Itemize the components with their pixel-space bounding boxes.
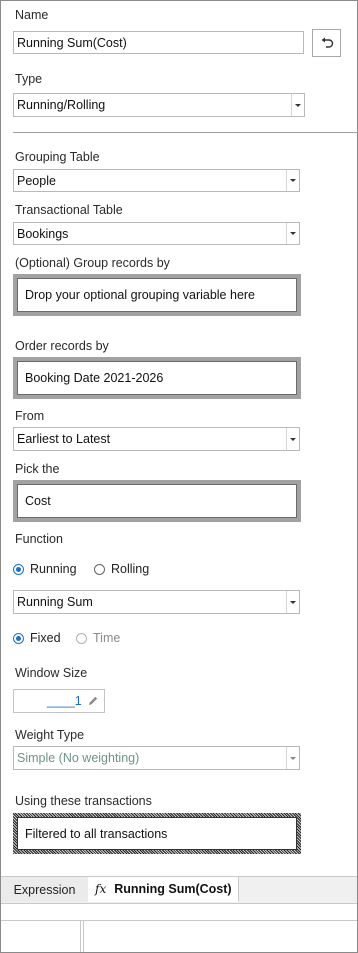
name-value: Running Sum(Cost) [17, 35, 127, 50]
radio-time-label: Time [93, 631, 121, 645]
pencil-icon[interactable] [87, 695, 99, 707]
pick-label: Pick the [15, 462, 60, 476]
status-cell [80, 921, 84, 952]
panel-frame [0, 0, 358, 953]
radio-rolling-label: Rolling [111, 562, 150, 576]
from-select[interactable]: Earliest to Latest [13, 427, 300, 451]
chevron-down-icon[interactable] [286, 428, 299, 450]
order-records-value: Booking Date 2021-2026 [17, 361, 297, 395]
divider [13, 132, 358, 133]
undo-button[interactable] [312, 29, 341, 57]
window-size-value: ____1 [47, 694, 82, 708]
pick-dropzone[interactable]: Cost [13, 480, 301, 522]
chevron-down-icon[interactable] [286, 591, 299, 613]
order-records-dropzone[interactable]: Booking Date 2021-2026 [13, 357, 301, 399]
radio-unselected-icon [94, 563, 105, 575]
from-value: Earliest to Latest [17, 432, 111, 446]
transactions-label: Using these transactions [15, 794, 152, 808]
window-size-field[interactable]: ____1 [13, 689, 105, 713]
window-size-label: Window Size [15, 666, 88, 680]
radio-fixed-label: Fixed [30, 631, 61, 645]
weight-type-label: Weight Type [15, 728, 85, 742]
radio-fixed[interactable]: Fixed [13, 631, 61, 645]
chevron-down-icon[interactable] [286, 170, 299, 191]
weight-type-select[interactable]: Simple (No weighting) [13, 746, 300, 770]
grouping-table-label: Grouping Table [15, 150, 100, 164]
chevron-down-icon[interactable] [291, 94, 304, 116]
grouping-table-select[interactable]: People [13, 169, 300, 192]
group-records-label: (Optional) Group records by [15, 256, 170, 270]
radio-selected-icon [13, 632, 24, 644]
chevron-down-icon[interactable] [286, 223, 299, 244]
status-cell [1, 921, 81, 952]
function-value: Running Sum [17, 595, 93, 609]
group-records-placeholder: Drop your optional grouping variable her… [17, 278, 297, 312]
radio-running-label: Running [30, 562, 77, 576]
weight-type-value: Simple (No weighting) [17, 751, 140, 765]
grouping-table-value: People [17, 173, 56, 188]
status-bar [1, 920, 357, 952]
transactional-table-label: Transactional Table [15, 203, 123, 217]
radio-rolling[interactable]: Rolling [94, 562, 149, 576]
bottom-tab-bar: Expression fx Running Sum(Cost) [1, 876, 357, 904]
transactions-dropzone[interactable]: Filtered to all transactions [13, 813, 301, 854]
type-label: Type [15, 72, 43, 86]
chevron-down-icon[interactable] [286, 747, 299, 769]
undo-arrow-icon [321, 37, 333, 48]
tab-expression-label: Expression [13, 882, 76, 897]
tab-running-sum[interactable]: fx Running Sum(Cost) [88, 877, 239, 902]
transactional-table-select[interactable]: Bookings [13, 222, 300, 245]
pick-value: Cost [17, 484, 297, 518]
radio-running[interactable]: Running [13, 562, 77, 576]
name-input[interactable]: Running Sum(Cost) [13, 31, 304, 54]
from-label: From [15, 409, 45, 423]
transactional-table-value: Bookings [17, 226, 69, 241]
tab-expression[interactable]: Expression [1, 877, 89, 902]
fx-icon: fx [95, 882, 107, 896]
radio-disabled-icon [76, 632, 87, 644]
name-label: Name [15, 8, 49, 22]
transactions-value: Filtered to all transactions [17, 817, 297, 850]
order-records-label: Order records by [15, 339, 109, 353]
function-label: Function [15, 532, 63, 546]
type-value: Running/Rolling [17, 98, 106, 112]
group-records-dropzone[interactable]: Drop your optional grouping variable her… [13, 274, 301, 316]
radio-selected-icon [13, 563, 24, 575]
function-select[interactable]: Running Sum [13, 590, 300, 614]
type-select[interactable]: Running/Rolling [13, 93, 305, 117]
radio-time: Time [76, 631, 120, 645]
tab-running-sum-label: Running Sum(Cost) [114, 882, 232, 896]
